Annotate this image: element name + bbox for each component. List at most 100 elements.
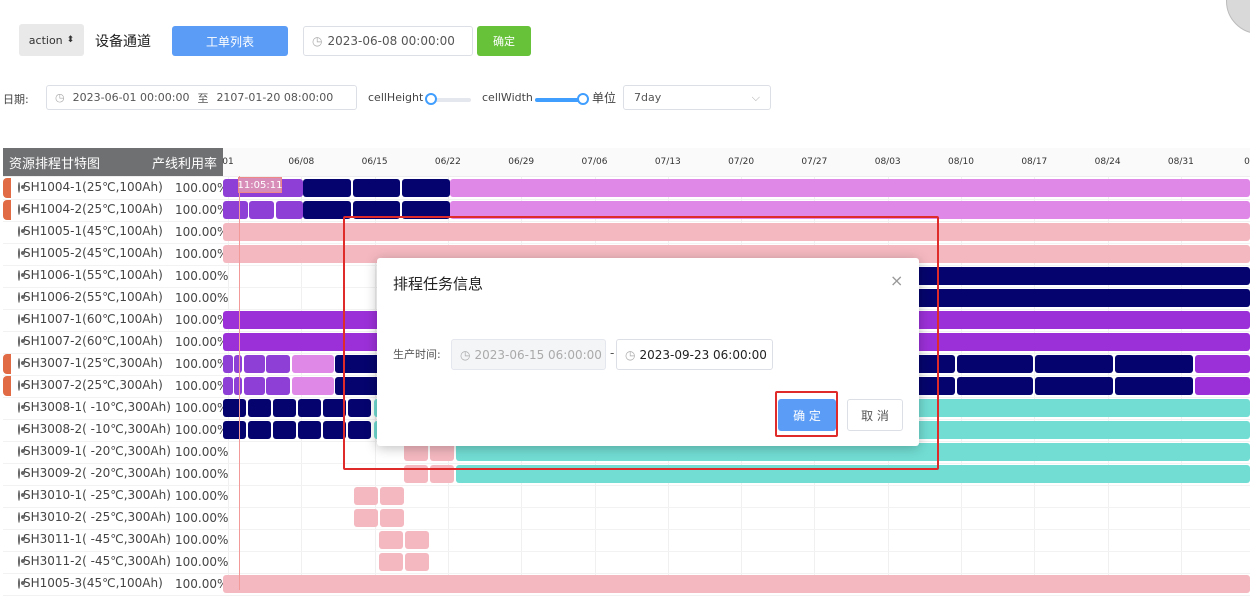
gear-icon — [18, 467, 25, 479]
timeline-tick: 08/10 — [948, 157, 974, 167]
task-bar[interactable] — [379, 531, 403, 549]
gear-icon — [18, 511, 25, 523]
task-bar[interactable] — [249, 201, 274, 219]
resource-name: SH1004-1(25℃,100Ah) — [18, 180, 163, 194]
utilization-header: 产线利用率 — [151, 156, 217, 172]
unit-select[interactable]: 7day ⌵ — [623, 85, 771, 110]
confirm-button[interactable]: 确定 — [477, 26, 531, 56]
task-bar[interactable] — [248, 399, 271, 417]
task-bar[interactable] — [957, 377, 1033, 395]
task-bar[interactable] — [1115, 355, 1193, 373]
task-bar[interactable] — [380, 509, 404, 527]
resource-name: SH3010-2( -25℃,300Ah) — [18, 510, 171, 524]
task-bar[interactable] — [273, 399, 296, 417]
resource-name-text: SH3007-2(25℃,300Ah) — [23, 378, 163, 392]
task-bar[interactable] — [353, 179, 400, 197]
gear-icon — [18, 555, 25, 567]
resource-row[interactable]: SH3011-1( -45℃,300Ah) 100.00% — [3, 529, 1250, 552]
task-bar[interactable] — [223, 355, 233, 373]
date-range-input[interactable]: ◷ 2023-06-01 00:00:00 至 2107-01-20 08:00… — [46, 85, 357, 110]
utilization-value: 100.00% — [175, 555, 229, 569]
task-bar[interactable] — [405, 553, 429, 571]
cell-width-label: cellWidth — [482, 91, 533, 104]
resource-name-text: SH3011-2( -45℃,300Ah) — [23, 554, 171, 568]
task-bar[interactable] — [354, 487, 378, 505]
worklist-button[interactable]: 工单列表 — [172, 26, 288, 56]
gear-icon — [18, 181, 25, 193]
resource-name: SH3011-1( -45℃,300Ah) — [18, 532, 171, 546]
cell-height-slider-handle[interactable] — [425, 93, 437, 105]
task-bar[interactable] — [223, 575, 1250, 593]
timeline-tick: 06/29 — [508, 157, 535, 167]
action-label: action — [28, 33, 63, 47]
task-bar[interactable] — [405, 531, 429, 549]
resource-name-text: SH3008-2( -10℃,300Ah) — [23, 422, 171, 436]
gear-icon — [18, 379, 25, 391]
task-bar[interactable] — [223, 201, 248, 219]
resource-name-text: SH1007-2(60℃,100Ah) — [23, 334, 163, 348]
task-bar[interactable] — [354, 509, 378, 527]
task-bar[interactable] — [379, 553, 403, 571]
gear-icon — [18, 291, 25, 303]
resource-name-text: SH1005-2(45℃,100Ah) — [23, 246, 163, 260]
task-bar[interactable] — [303, 179, 351, 197]
action-select[interactable]: action ⬍ — [19, 24, 84, 56]
task-bar[interactable] — [1115, 377, 1193, 395]
range-start: 2023-06-01 00:00:00 — [72, 91, 190, 104]
gear-icon — [18, 489, 25, 501]
task-bar[interactable] — [957, 355, 1033, 373]
date-picker-input[interactable]: ◷ 2023-06-08 00:00:00 — [303, 26, 473, 56]
resource-row[interactable]: SH3010-2( -25℃,300Ah) 100.00% — [3, 507, 1250, 530]
task-bar[interactable] — [234, 355, 242, 373]
task-bar[interactable] — [266, 377, 290, 395]
task-bar[interactable] — [234, 377, 242, 395]
utilization-value: 100.00% — [175, 357, 229, 371]
cell-height-label: cellHeight — [368, 91, 424, 104]
sort-caret-icon: ⬍ — [66, 35, 75, 45]
task-bar[interactable] — [402, 179, 450, 197]
resource-row[interactable]: SH3011-2( -45℃,300Ah) 100.00% — [3, 551, 1250, 574]
task-bar[interactable] — [1035, 355, 1113, 373]
task-bar[interactable] — [900, 267, 1250, 285]
task-bar[interactable] — [292, 377, 334, 395]
task-bar[interactable] — [244, 377, 265, 395]
task-bar[interactable] — [223, 421, 246, 439]
task-bar[interactable] — [223, 399, 246, 417]
utilization-value: 100.00% — [175, 181, 229, 195]
utilization-value: 100.00% — [175, 489, 229, 503]
avatar[interactable] — [1226, 0, 1250, 34]
task-bar[interactable] — [380, 487, 404, 505]
task-bar[interactable] — [900, 289, 1250, 307]
timeline-tick: 06/22 — [434, 157, 461, 167]
resource-row[interactable]: SH3010-1( -25℃,300Ah) 100.00% — [3, 485, 1250, 508]
unit-label: 单位 — [592, 91, 617, 105]
gear-icon — [18, 401, 25, 413]
utilization-value: 100.00% — [175, 467, 229, 481]
task-bar[interactable] — [298, 421, 321, 439]
timeline-tick: 07/27 — [801, 157, 828, 167]
resource-name-text: SH3010-2( -25℃,300Ah) — [23, 510, 171, 524]
task-bar[interactable] — [298, 399, 321, 417]
resource-name-text: SH1004-2(25℃,100Ah) — [23, 202, 163, 216]
timeline-tick: 08/24 — [1094, 157, 1121, 167]
task-bar[interactable] — [276, 201, 303, 219]
task-bar[interactable] — [450, 179, 1250, 197]
cell-width-slider-handle[interactable] — [577, 93, 589, 105]
task-bar[interactable] — [248, 421, 271, 439]
task-bar[interactable] — [266, 355, 290, 373]
utilization-value: 100.00% — [175, 423, 229, 437]
range-end: 2107-01-20 08:00:00 — [216, 91, 334, 104]
task-bar[interactable] — [1035, 377, 1113, 395]
resource-name: SH1005-3(45℃,100Ah) — [18, 576, 163, 590]
task-bar[interactable] — [1195, 355, 1250, 373]
resource-name: SH3008-1( -10℃,300Ah) — [18, 400, 171, 414]
resource-name-text: SH3009-2( -20℃,300Ah) — [23, 466, 171, 480]
gear-icon — [18, 225, 25, 237]
utilization-value: 100.00% — [175, 203, 229, 217]
task-bar[interactable] — [244, 355, 265, 373]
task-bar[interactable] — [223, 377, 233, 395]
task-bar[interactable] — [273, 421, 296, 439]
task-bar[interactable] — [1195, 377, 1250, 395]
task-bar[interactable] — [292, 355, 334, 373]
gear-icon — [18, 533, 25, 545]
